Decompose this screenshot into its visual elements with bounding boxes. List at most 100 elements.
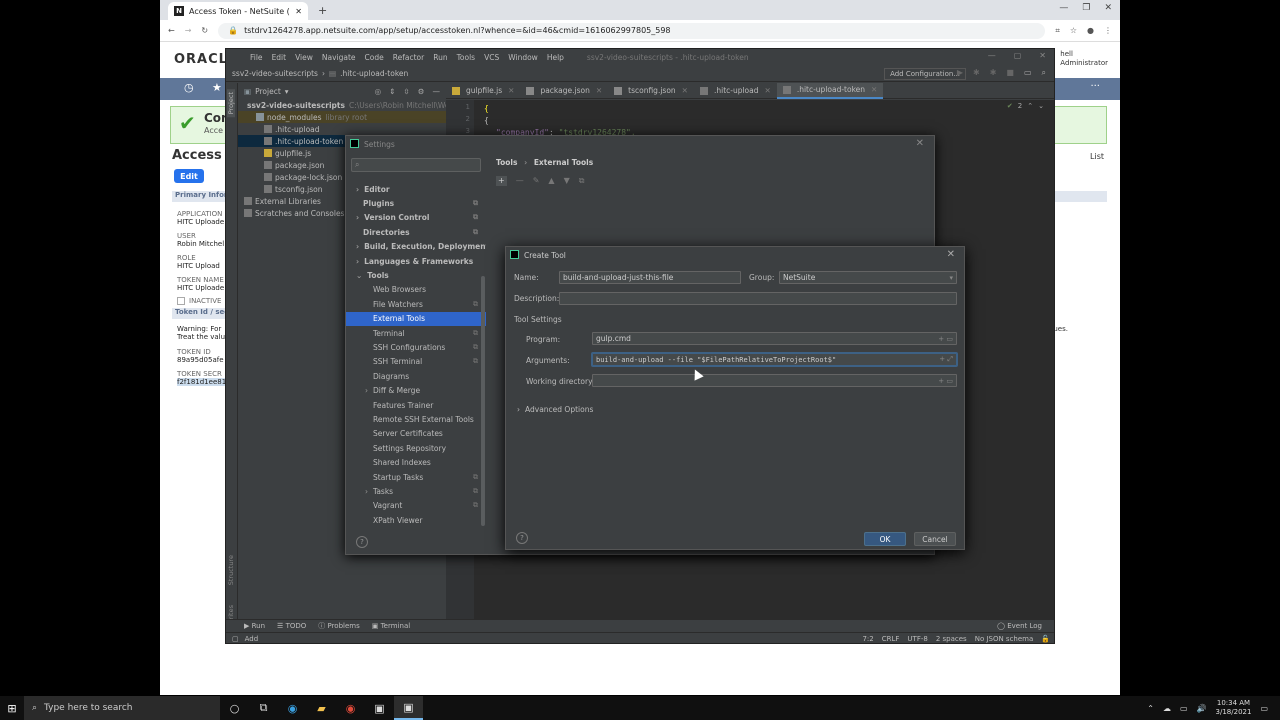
editor-tab-tsconfig[interactable]: tsconfig.json ✕ <box>608 83 694 99</box>
project-tree-item[interactable]: ssv2-video-suitescripts C:\Users\Robin Mi… <box>238 99 466 111</box>
close-icon[interactable]: ✕ <box>947 249 955 260</box>
minimize-icon[interactable]: — <box>1059 3 1068 13</box>
menu-run[interactable]: Run <box>433 53 447 62</box>
expand-icon[interactable]: + ⤢ <box>939 355 953 364</box>
close-tab-icon[interactable]: ✕ <box>508 86 514 95</box>
add-icon[interactable]: + <box>496 176 507 186</box>
locate-icon[interactable]: ◎ <box>375 87 382 96</box>
browse-folder-icon[interactable]: + ▭ <box>938 335 953 343</box>
file-explorer-icon[interactable]: ▰ <box>307 696 336 720</box>
help-icon[interactable]: ? <box>356 536 368 548</box>
run-tool-tab[interactable]: ▶ Run <box>244 622 265 630</box>
gear-icon[interactable]: ⚙ <box>418 87 425 96</box>
settings-nav-item[interactable]: › Editor <box>346 182 486 196</box>
reload-icon[interactable]: ↻ <box>201 26 208 35</box>
move-down-icon[interactable]: ▼ <box>564 176 570 186</box>
todo-tool-tab[interactable]: ☰ TODO <box>277 622 306 630</box>
close-icon[interactable]: ✕ <box>916 138 924 149</box>
cursor-position[interactable]: 7:2 <box>862 635 873 643</box>
debug-icon[interactable]: ✱ <box>973 68 980 78</box>
maximize-icon[interactable]: ▢ <box>1014 51 1022 60</box>
settings-nav-item[interactable]: Shared Indexes <box>346 455 486 469</box>
settings-nav-item[interactable]: › Tasks ⧉ <box>346 484 486 498</box>
indent-setting[interactable]: 2 spaces <box>936 635 967 643</box>
project-tree-item[interactable]: .hitc-upload <box>238 123 446 135</box>
editor-tab-gulpfile[interactable]: gulpfile.js ✕ <box>446 83 520 99</box>
menu-view[interactable]: View <box>295 53 313 62</box>
layout-icon[interactable]: ▭ <box>1024 68 1032 78</box>
settings-nav-item[interactable]: Settings Repository <box>346 441 486 455</box>
hide-icon[interactable]: — <box>433 87 441 96</box>
close-tab-icon[interactable]: ✕ <box>596 86 602 95</box>
remove-icon[interactable]: — <box>516 176 524 186</box>
browser-tab[interactable]: N Access Token - NetSuite (HITC - ... ✕ <box>168 2 308 20</box>
chrome-browser-icon[interactable]: ◉ <box>336 696 365 720</box>
list-link[interactable]: List <box>1090 152 1104 161</box>
chevron-up-icon[interactable]: ⌃ <box>1027 102 1033 110</box>
taskbar-clock[interactable]: 10:34 AM 3/18/2021 <box>1216 699 1252 717</box>
help-icon[interactable]: ? <box>516 532 528 544</box>
description-input[interactable] <box>559 292 957 305</box>
editor-tab-hitc-upload[interactable]: .hitc-upload ✕ <box>694 83 777 99</box>
expand-all-icon[interactable]: ⇕ <box>389 87 395 96</box>
ok-button[interactable]: OK <box>864 532 906 546</box>
terminal-app-icon[interactable]: ▣ <box>365 696 394 720</box>
menu-edit[interactable]: Edit <box>272 53 287 62</box>
menu-help[interactable]: Help <box>547 53 564 62</box>
settings-nav-item[interactable]: SSH Terminal ⧉ <box>346 355 486 369</box>
event-log-tab[interactable]: ◯ Event Log <box>997 622 1054 630</box>
menu-tools[interactable]: Tools <box>457 53 475 62</box>
terminal-tool-tab[interactable]: ▣ Terminal <box>372 622 410 630</box>
menu-window[interactable]: Window <box>508 53 538 62</box>
close-window-icon[interactable]: ✕ <box>1104 3 1112 13</box>
recent-icon[interactable]: ◷ <box>184 81 194 94</box>
coverage-icon[interactable]: ✱ <box>990 68 997 78</box>
editor-tab-package[interactable]: package.json ✕ <box>520 83 608 99</box>
menu-refactor[interactable]: Refactor <box>393 53 424 62</box>
inactive-checkbox[interactable] <box>177 297 185 305</box>
search-icon[interactable]: ⌕ <box>1042 68 1046 78</box>
move-up-icon[interactable]: ▲ <box>548 176 554 186</box>
file-encoding[interactable]: UTF-8 <box>907 635 927 643</box>
forward-icon[interactable]: → <box>185 26 192 35</box>
notification-icon[interactable]: ▭ <box>1260 704 1268 713</box>
network-icon[interactable]: ▭ <box>1180 704 1188 713</box>
inspection-widget[interactable]: ✔ 2 ⌃ ⌄ <box>1007 102 1044 110</box>
group-combobox[interactable]: NetSuite ▾ <box>779 271 957 284</box>
stop-icon[interactable]: ■ <box>1006 68 1014 78</box>
profile-avatar-icon[interactable]: ● <box>1087 26 1094 35</box>
more-icon[interactable]: ··· <box>1090 81 1100 92</box>
back-icon[interactable]: ← <box>168 26 175 35</box>
webstorm-app-icon[interactable]: ▣ <box>394 696 423 720</box>
edit-button[interactable]: Edit <box>174 169 204 183</box>
settings-nav-item[interactable]: External Tools <box>346 311 486 326</box>
structure-tool-tab[interactable]: Structure <box>227 555 235 585</box>
edge-browser-icon[interactable]: ◉ <box>278 696 307 720</box>
add-configuration-button[interactable]: Add Configuration... <box>884 68 966 80</box>
crumb-tools[interactable]: Tools <box>496 158 517 167</box>
menu-code[interactable]: Code <box>365 53 384 62</box>
json-schema[interactable]: No JSON schema <box>975 635 1034 643</box>
settings-nav-item[interactable]: › Build, Execution, Deployment <box>346 240 486 254</box>
project-tool-tab[interactable]: Project <box>227 89 235 118</box>
program-input[interactable]: gulp.cmd + ▭ <box>592 332 957 345</box>
new-tab-icon[interactable]: + <box>318 4 327 17</box>
settings-nav-item[interactable]: XPath Viewer <box>346 513 486 527</box>
menu-file[interactable]: File <box>250 53 263 62</box>
menu-vcs[interactable]: VCS <box>484 53 499 62</box>
chevron-up-icon[interactable]: ⌃ <box>1147 704 1154 713</box>
chevron-down-icon[interactable]: ⌄ <box>1038 102 1044 110</box>
name-input[interactable]: build-and-upload-just-this-file <box>559 271 741 284</box>
lock-icon[interactable]: 🔓 <box>1041 635 1050 643</box>
breadcrumb-project[interactable]: ssv2-video-suitescripts <box>232 69 318 78</box>
settings-nav-item[interactable]: › Diff & Merge <box>346 383 486 397</box>
close-tab-icon[interactable]: ✕ <box>871 85 877 94</box>
onedrive-icon[interactable]: ☁ <box>1163 704 1171 713</box>
close-tab-icon[interactable]: ✕ <box>295 7 302 16</box>
settings-nav-item[interactable]: › Languages & Frameworks <box>346 254 486 268</box>
taskbar-search-box[interactable]: ⌕ Type here to search <box>24 696 220 720</box>
settings-nav-item[interactable]: Terminal ⧉ <box>346 326 486 340</box>
url-field[interactable]: 🔒 tstdrv1264278.app.netsuite.com/app/set… <box>218 22 1046 39</box>
minimize-icon[interactable]: — <box>988 51 996 60</box>
arguments-input[interactable]: build-and-upload --file "$FilePathRelati… <box>592 353 957 366</box>
